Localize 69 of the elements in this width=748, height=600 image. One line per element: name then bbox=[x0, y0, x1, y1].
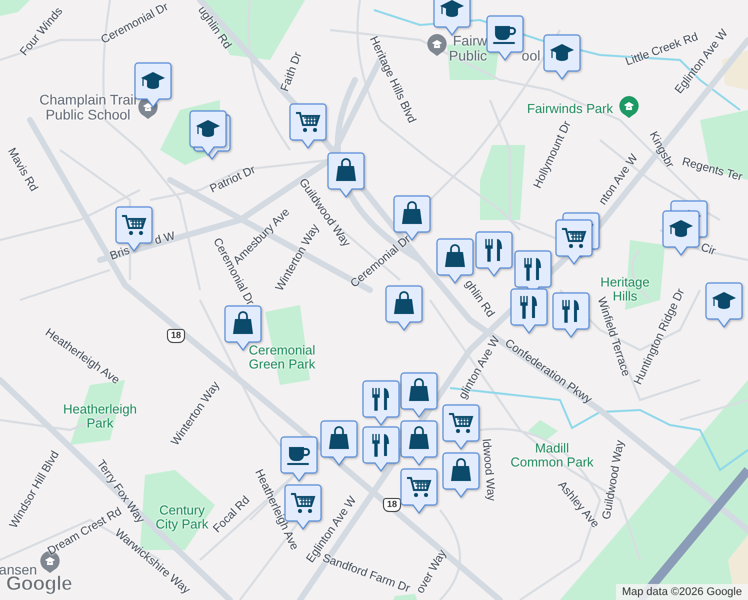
park-area bbox=[528, 420, 558, 441]
shopping-cart-icon bbox=[407, 477, 432, 497]
shopping-marker[interactable] bbox=[400, 420, 438, 466]
graduation-cap-icon bbox=[669, 220, 693, 237]
shopping-marker[interactable] bbox=[400, 372, 438, 418]
school-marker[interactable] bbox=[134, 62, 172, 108]
fork-knife-icon bbox=[372, 433, 389, 457]
fork-knife-icon bbox=[520, 295, 537, 319]
shopping-marker[interactable] bbox=[442, 452, 480, 498]
school-label: Champlain Trail Public School bbox=[39, 92, 137, 124]
graduation-cap-icon bbox=[141, 72, 165, 89]
graduation-cap-icon bbox=[550, 44, 574, 61]
shopping-cart-icon bbox=[296, 112, 320, 132]
coffee-cup-icon bbox=[287, 447, 310, 465]
school-label: Public bbox=[448, 48, 488, 64]
coffee-cup-icon bbox=[493, 26, 516, 44]
school-place-icon bbox=[427, 34, 447, 56]
fork-knife-icon bbox=[562, 299, 579, 323]
restaurant-marker[interactable] bbox=[362, 380, 400, 426]
cafe-marker[interactable] bbox=[486, 15, 524, 61]
street-label: d W bbox=[153, 230, 177, 248]
shopping-cart-icon bbox=[449, 413, 474, 433]
shopping-cart-icon bbox=[291, 493, 316, 513]
shopping-marker[interactable] bbox=[320, 420, 358, 466]
restaurant-marker[interactable] bbox=[552, 292, 590, 338]
shopping-bag-icon bbox=[409, 426, 429, 449]
graduation-cap-icon bbox=[440, 0, 464, 17]
shopping-bag-icon bbox=[402, 201, 422, 224]
street-label: ldwood Way bbox=[479, 438, 497, 502]
street-label: Guildwood Way bbox=[600, 439, 628, 521]
fork-knife-icon bbox=[485, 238, 502, 262]
shopping-bag-icon bbox=[336, 158, 356, 181]
shopping-bag-icon bbox=[409, 378, 429, 401]
park-area bbox=[0, 0, 30, 16]
shopping-bag-icon bbox=[394, 291, 414, 314]
map-attribution: Map data ©2026 Google bbox=[616, 584, 748, 600]
school-marker[interactable] bbox=[543, 34, 581, 80]
school-label: Fairw bbox=[452, 33, 488, 49]
school-marker[interactable] bbox=[705, 282, 743, 328]
shopping-bag-icon bbox=[329, 426, 349, 449]
shopping-bag-icon bbox=[451, 458, 471, 481]
fork-knife-icon bbox=[524, 257, 541, 281]
grocery-marker[interactable] bbox=[289, 103, 327, 149]
park-label: Heatherleigh Park bbox=[63, 402, 137, 432]
street-label: Faith Dr bbox=[279, 50, 305, 94]
restaurant-marker[interactable] bbox=[362, 426, 400, 472]
restaurant-marker[interactable] bbox=[475, 231, 513, 277]
street-label: Bris bbox=[108, 244, 132, 264]
school-label: ool bbox=[522, 48, 540, 64]
shopping-cart-icon bbox=[122, 215, 146, 235]
grocery-marker[interactable] bbox=[400, 468, 438, 514]
restaurant-marker[interactable] bbox=[510, 288, 548, 334]
google-logo: Google bbox=[6, 573, 72, 596]
grocery-marker[interactable] bbox=[442, 404, 480, 450]
fork-knife-icon bbox=[372, 387, 389, 411]
shopping-bag-icon bbox=[233, 311, 253, 334]
shopping-marker[interactable] bbox=[385, 285, 423, 331]
park-label: Madill Common Park bbox=[510, 442, 594, 470]
street-label: Cir bbox=[698, 242, 718, 258]
park-label: Fairwinds Park bbox=[527, 102, 613, 116]
shopping-bag-icon bbox=[445, 244, 465, 267]
park-area bbox=[393, 594, 417, 600]
graduation-cap-icon bbox=[712, 292, 736, 309]
school-marker[interactable] bbox=[662, 210, 700, 256]
school-marker[interactable] bbox=[433, 0, 471, 36]
route-shield: 18 bbox=[167, 329, 185, 343]
street-label: Regents Ter bbox=[680, 156, 744, 184]
route-shield: 18 bbox=[383, 498, 401, 512]
park-label: Ceremonial Green Park bbox=[248, 344, 316, 372]
